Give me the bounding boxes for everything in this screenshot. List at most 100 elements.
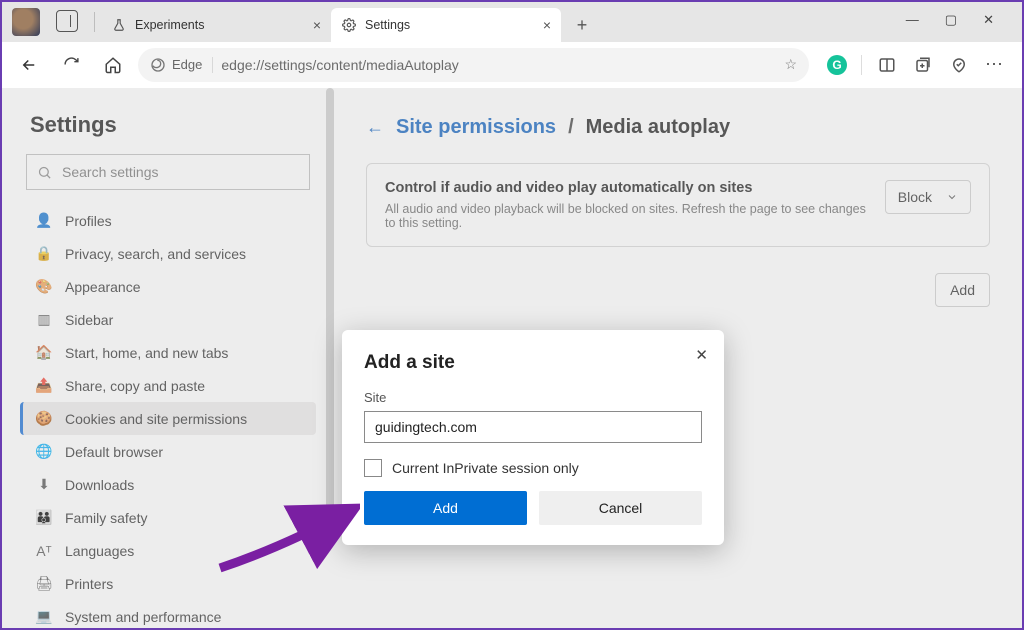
sidebar-scrollbar[interactable] bbox=[326, 88, 334, 528]
sidebar-item-label: Profiles bbox=[65, 213, 112, 229]
back-button[interactable] bbox=[12, 48, 46, 82]
close-icon[interactable]: × bbox=[313, 17, 321, 33]
inprivate-checkbox-row[interactable]: Current InPrivate session only bbox=[364, 459, 702, 477]
breadcrumb: ← Site permissions / Media autoplay bbox=[366, 116, 990, 139]
minimize-button[interactable]: — bbox=[906, 12, 919, 28]
dialog-cancel-label: Cancel bbox=[599, 500, 643, 516]
nav-icon: 🖨 bbox=[35, 575, 53, 592]
sidebar-item-appearance[interactable]: 🎨 Appearance bbox=[20, 270, 316, 303]
nav-icon: 🏠 bbox=[35, 344, 53, 361]
sidebar-item-printers[interactable]: 🖨 Printers bbox=[20, 567, 316, 600]
nav-icon: 👤 bbox=[35, 212, 53, 229]
tab-experiments[interactable]: Experiments × bbox=[101, 8, 331, 42]
close-icon[interactable]: × bbox=[543, 17, 551, 33]
sidebar-item-label: Downloads bbox=[65, 477, 134, 493]
window-controls: — ▢ ✕ bbox=[906, 12, 1022, 42]
dialog-add-button[interactable]: Add bbox=[364, 491, 527, 525]
add-site-button[interactable]: Add bbox=[935, 273, 990, 307]
search-icon bbox=[37, 165, 52, 180]
sidebar-item-label: Start, home, and new tabs bbox=[65, 345, 228, 361]
breadcrumb-current: Media autoplay bbox=[586, 116, 730, 139]
sidebar-item-privacy-search-and-services[interactable]: 🔒 Privacy, search, and services bbox=[20, 237, 316, 270]
settings-sidebar: Settings Search settings 👤 Profiles 🔒 Priva… bbox=[2, 88, 334, 628]
nav-icon: ▥ bbox=[35, 311, 53, 328]
autoplay-control-panel: Control if audio and video play automati… bbox=[366, 163, 990, 247]
nav-icon: 👪 bbox=[35, 509, 53, 526]
sidebar-item-label: Cookies and site permissions bbox=[65, 411, 247, 427]
tab-settings[interactable]: Settings × bbox=[331, 8, 561, 42]
page-content: Settings Search settings 👤 Profiles 🔒 Priva… bbox=[2, 88, 1022, 628]
nav-icon: 🔒 bbox=[35, 245, 53, 262]
dialog-close-button[interactable]: ✕ bbox=[695, 346, 708, 364]
url-text: edge://settings/content/mediaAutoplay bbox=[221, 57, 776, 73]
tab-label: Experiments bbox=[135, 18, 204, 32]
sidebar-item-label: System and performance bbox=[65, 609, 221, 625]
sidebar-item-profiles[interactable]: 👤 Profiles bbox=[20, 204, 316, 237]
edge-label: Edge bbox=[172, 57, 202, 72]
sidebar-item-label: Printers bbox=[65, 576, 113, 592]
autoplay-select-value: Block bbox=[898, 189, 932, 205]
breadcrumb-back-icon[interactable]: ← bbox=[366, 117, 384, 138]
page-title: Settings bbox=[30, 112, 316, 138]
add-site-dialog: ✕ Add a site Site Current InPrivate sess… bbox=[342, 330, 724, 545]
tab-label: Settings bbox=[365, 18, 410, 32]
site-input[interactable] bbox=[364, 411, 702, 443]
sidebar-item-label: Privacy, search, and services bbox=[65, 246, 246, 262]
sidebar-item-system-and-performance[interactable]: 💻System and performance bbox=[20, 600, 316, 628]
favorite-icon[interactable]: ☆ bbox=[784, 56, 797, 73]
sidebar-item-sidebar[interactable]: ▥ Sidebar bbox=[20, 303, 316, 336]
site-field-label: Site bbox=[364, 390, 702, 405]
maximize-button[interactable]: ▢ bbox=[945, 12, 957, 28]
autoplay-select[interactable]: Block bbox=[885, 180, 971, 214]
tab-actions-icon[interactable] bbox=[56, 10, 78, 32]
address-bar[interactable]: Edge edge://settings/content/mediaAutopl… bbox=[138, 48, 809, 82]
breadcrumb-separator: / bbox=[568, 116, 574, 139]
home-button[interactable] bbox=[96, 48, 130, 82]
titlebar-separator bbox=[94, 12, 95, 32]
dialog-cancel-button[interactable]: Cancel bbox=[539, 491, 702, 525]
settings-search[interactable]: Search settings bbox=[26, 154, 310, 190]
sidebar-item-default-browser[interactable]: 🌐Default browser bbox=[20, 435, 316, 468]
nav-icon: Aᵀ bbox=[35, 543, 53, 559]
panel-description: All audio and video playback will be blo… bbox=[385, 202, 871, 230]
add-site-button-label: Add bbox=[950, 282, 975, 298]
checkbox-icon[interactable] bbox=[364, 459, 382, 477]
split-screen-icon[interactable] bbox=[876, 54, 898, 76]
sidebar-item-cookies-and-site-permissions[interactable]: 🍪 Cookies and site permissions bbox=[20, 402, 316, 435]
grammarly-extension-icon[interactable]: G bbox=[827, 55, 847, 75]
tab-strip: Experiments × Settings × + bbox=[101, 2, 597, 42]
nav-icon: 🌐 bbox=[35, 443, 53, 460]
breadcrumb-parent[interactable]: Site permissions bbox=[396, 116, 556, 139]
profile-avatar[interactable] bbox=[12, 8, 40, 36]
flask-icon bbox=[111, 17, 127, 33]
close-window-button[interactable]: ✕ bbox=[983, 12, 994, 28]
sidebar-item-label: Sidebar bbox=[65, 312, 113, 328]
new-tab-button[interactable]: + bbox=[567, 10, 597, 40]
more-menu-icon[interactable]: ⋯ bbox=[984, 54, 1006, 76]
title-bar: Experiments × Settings × + — ▢ ✕ bbox=[2, 2, 1022, 42]
sidebar-item-start-home-and-new-tabs[interactable]: 🏠 Start, home, and new tabs bbox=[20, 336, 316, 369]
toolbar-actions: G ⋯ bbox=[817, 54, 1012, 76]
sidebar-item-family-safety[interactable]: 👪 Family safety bbox=[20, 501, 316, 534]
panel-heading: Control if audio and video play automati… bbox=[385, 180, 871, 196]
collections-icon[interactable] bbox=[912, 54, 934, 76]
gear-icon bbox=[341, 17, 357, 33]
refresh-button[interactable] bbox=[54, 48, 88, 82]
sidebar-item-label: Languages bbox=[65, 543, 134, 559]
settings-nav: 👤 Profiles 🔒 Privacy, search, and services 🎨… bbox=[20, 204, 316, 628]
sidebar-item-label: Share, copy and paste bbox=[65, 378, 205, 394]
dialog-add-label: Add bbox=[433, 500, 458, 516]
nav-icon: 🍪 bbox=[35, 410, 53, 427]
browser-essentials-icon[interactable] bbox=[948, 54, 970, 76]
sidebar-item-label: Appearance bbox=[65, 279, 141, 295]
nav-icon: 📤 bbox=[35, 377, 53, 394]
edge-badge: Edge bbox=[150, 57, 213, 73]
inprivate-checkbox-label: Current InPrivate session only bbox=[392, 460, 579, 476]
nav-icon: 🎨 bbox=[35, 278, 53, 295]
nav-icon: ⬇ bbox=[35, 476, 53, 493]
sidebar-item-share-copy-and-paste[interactable]: 📤 Share, copy and paste bbox=[20, 369, 316, 402]
sidebar-item-downloads[interactable]: ⬇ Downloads bbox=[20, 468, 316, 501]
sidebar-item-languages[interactable]: Aᵀ Languages bbox=[20, 534, 316, 567]
sidebar-item-label: Family safety bbox=[65, 510, 147, 526]
chevron-down-icon bbox=[946, 191, 958, 203]
